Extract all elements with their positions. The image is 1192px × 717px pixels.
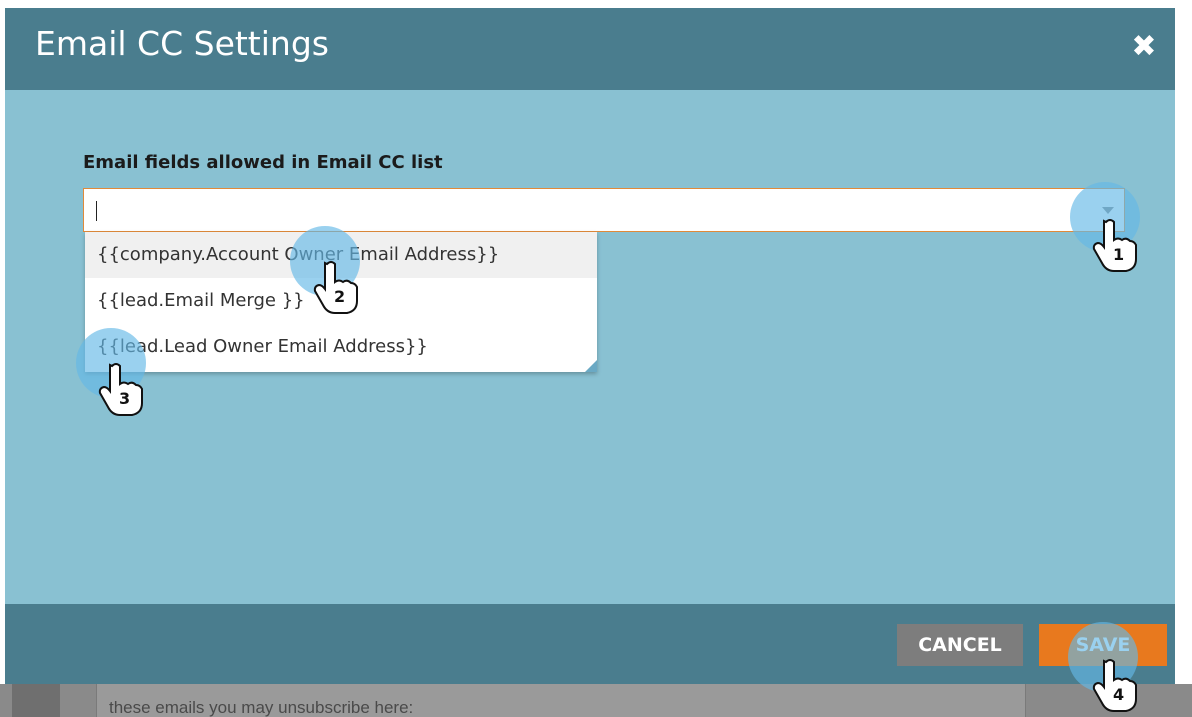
background-panel: these emails you may unsubscribe here: [96, 684, 1026, 717]
hand-pointer-icon-3: 3 [98, 363, 143, 416]
modal-footer: CANCEL SAVE [5, 604, 1175, 684]
resize-handle[interactable] [585, 360, 597, 372]
hand-pointer-icon-1: 1 [1092, 219, 1137, 272]
hand-pointer-icon-2: 2 [313, 261, 358, 314]
modal-title: Email CC Settings [35, 24, 329, 63]
cancel-button[interactable]: CANCEL [897, 624, 1023, 666]
text-cursor [96, 201, 97, 221]
step-number-3: 3 [119, 389, 130, 408]
background-sidebar-strip [12, 684, 60, 717]
step-number-2: 2 [334, 287, 345, 306]
close-icon[interactable]: ✖ [1127, 30, 1161, 64]
step-number-1: 1 [1113, 245, 1124, 264]
email-cc-settings-modal: Email CC Settings ✖ Email fields allowed… [5, 8, 1175, 684]
modal-header: Email CC Settings ✖ [5, 8, 1175, 90]
field-label: Email fields allowed in Email CC list [83, 152, 443, 173]
dropdown-option-lead-owner-email[interactable]: {{lead.Lead Owner Email Address}} [85, 324, 597, 370]
background-page: these emails you may unsubscribe here: [0, 684, 1192, 717]
step-number-4: 4 [1113, 685, 1124, 704]
email-fields-select-input[interactable] [83, 188, 1125, 232]
hand-pointer-icon-4: 4 [1092, 659, 1137, 712]
background-text: these emails you may unsubscribe here: [109, 698, 414, 717]
